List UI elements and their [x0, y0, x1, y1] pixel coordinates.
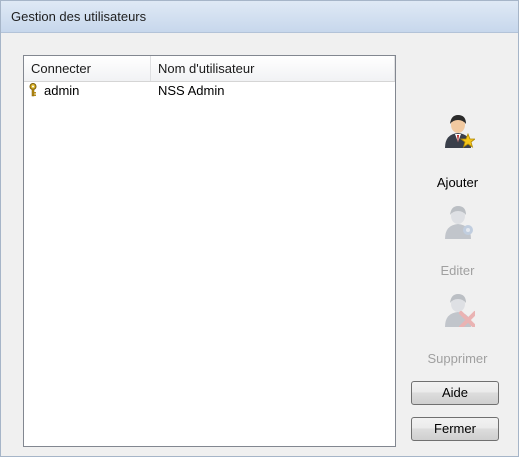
- edit-user-label: Editer: [440, 263, 475, 278]
- user-add-icon: [445, 115, 475, 148]
- row-login-cell: admin: [28, 82, 148, 100]
- row-login-text: admin: [44, 83, 80, 98]
- close-button[interactable]: Fermer: [411, 417, 499, 441]
- edit-user-button[interactable]: Editer: [403, 203, 512, 278]
- help-button[interactable]: Aide: [411, 381, 499, 405]
- list-item[interactable]: admin NSS Admin: [24, 82, 395, 100]
- add-user-button[interactable]: Ajouter: [403, 112, 512, 192]
- column-header-login[interactable]: Connecter: [24, 56, 151, 81]
- key-icon: [29, 83, 37, 97]
- delete-user-label: Supprimer: [427, 351, 488, 366]
- add-user-label: Ajouter: [436, 175, 479, 190]
- row-username-cell: NSS Admin: [158, 83, 225, 98]
- users-list-header: Connecter Nom d'utilisateur: [24, 56, 395, 82]
- user-delete-icon: [445, 294, 475, 327]
- title-bar[interactable]: Gestion des utilisateurs: [1, 1, 518, 33]
- user-management-dialog: Gestion des utilisateurs Connecter Nom d…: [0, 0, 519, 457]
- dialog-body: Connecter Nom d'utilisateur admin NSS Ad…: [7, 33, 512, 451]
- window-title: Gestion des utilisateurs: [11, 9, 147, 24]
- column-header-username[interactable]: Nom d'utilisateur: [151, 56, 395, 81]
- user-edit-icon: [445, 206, 473, 239]
- delete-user-button[interactable]: Supprimer: [403, 291, 512, 366]
- users-list[interactable]: Connecter Nom d'utilisateur admin NSS Ad…: [23, 55, 396, 447]
